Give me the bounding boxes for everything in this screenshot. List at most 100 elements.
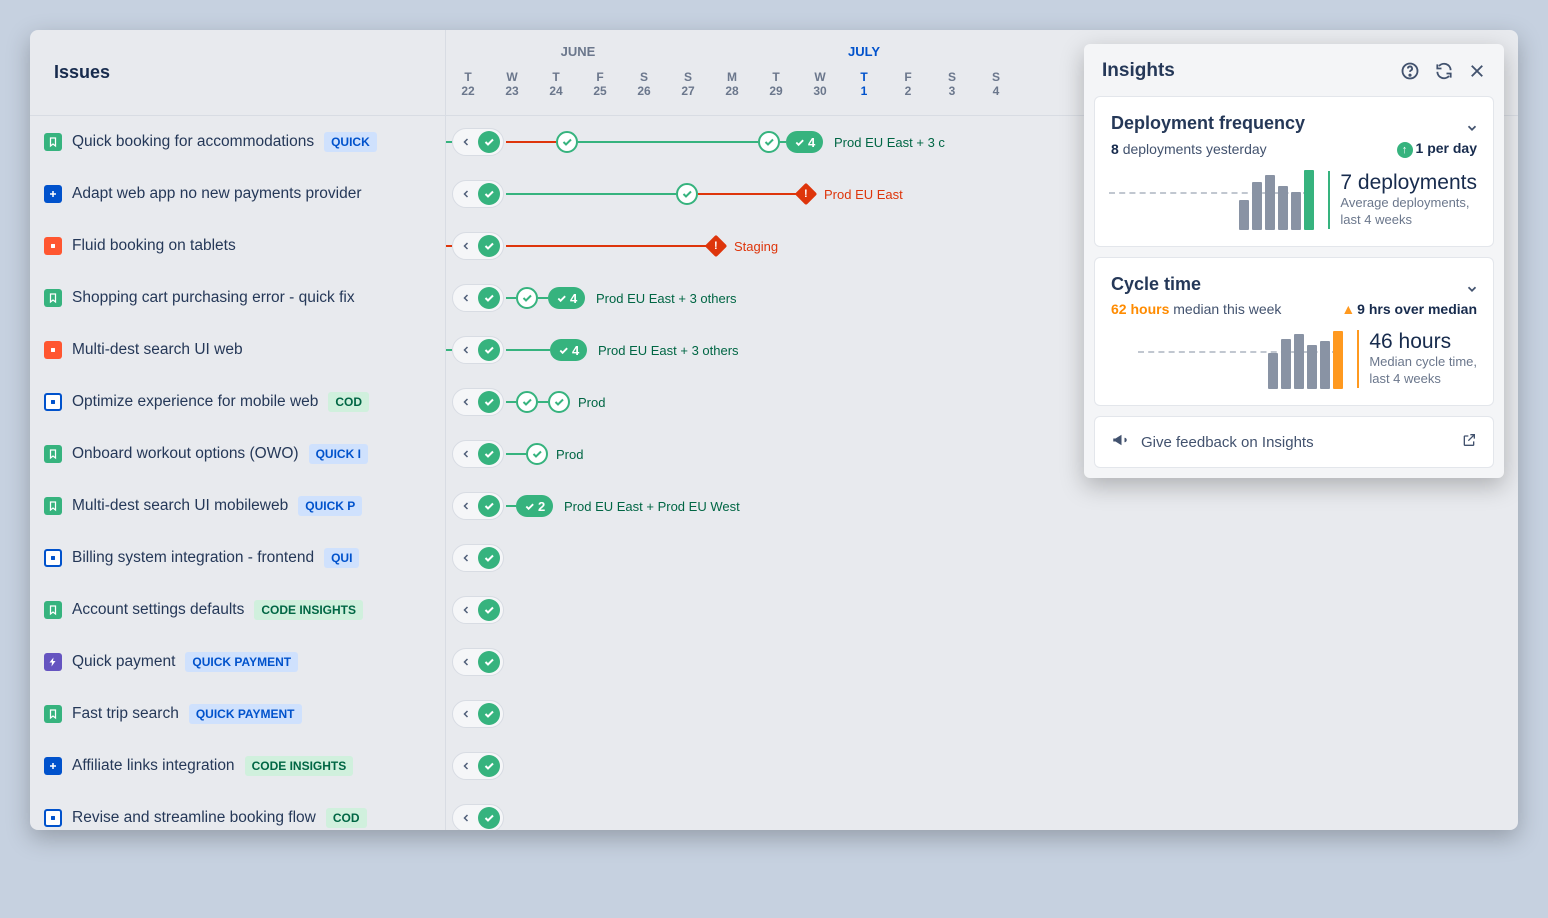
expand-pill[interactable] <box>452 180 504 208</box>
issue-row[interactable]: Revise and streamline booking flow COD <box>30 792 445 830</box>
refresh-icon[interactable] <box>1434 61 1454 81</box>
expand-pill[interactable] <box>452 700 504 728</box>
issue-row[interactable]: Onboard workout options (OWO) QUICK I <box>30 428 445 480</box>
plus-blue-icon <box>44 757 62 775</box>
deployment-frequency-card[interactable]: Deployment frequency 8 deployments yeste… <box>1094 96 1494 247</box>
timeline-row[interactable] <box>446 584 1518 636</box>
timeline-row[interactable] <box>446 688 1518 740</box>
chevron-left-icon[interactable] <box>456 132 476 152</box>
chevron-left-icon[interactable] <box>456 548 476 568</box>
issue-row[interactable]: Fast trip search QUICK PAYMENT <box>30 688 445 740</box>
chevron-left-icon[interactable] <box>456 392 476 412</box>
check-icon <box>478 287 500 309</box>
day-col[interactable]: T1 <box>842 70 886 115</box>
issue-row[interactable]: Multi-dest search UI mobileweb QUICK P <box>30 480 445 532</box>
issues-panel: Issues Quick booking for accommodations … <box>30 30 446 830</box>
timeline-line <box>698 193 798 195</box>
expand-pill[interactable] <box>452 544 504 572</box>
chevron-left-icon[interactable] <box>456 236 476 256</box>
check-outline-icon <box>516 391 538 413</box>
chevron-left-icon[interactable] <box>456 444 476 464</box>
chevron-left-icon[interactable] <box>456 704 476 724</box>
check-icon <box>478 807 500 829</box>
bar <box>1291 192 1301 230</box>
day-col[interactable]: S27 <box>666 70 710 115</box>
chevron-down-icon[interactable] <box>1465 121 1479 138</box>
feedback-text: Give feedback on Insights <box>1141 434 1314 451</box>
issue-row[interactable]: Account settings defaults CODE INSIGHTS <box>30 584 445 636</box>
day-col[interactable]: T22 <box>446 70 490 115</box>
day-col[interactable]: W30 <box>798 70 842 115</box>
external-link-icon[interactable] <box>1461 432 1477 452</box>
expand-pill[interactable] <box>452 336 504 364</box>
day-col[interactable]: W23 <box>490 70 534 115</box>
issue-row[interactable]: Billing system integration - frontend QU… <box>30 532 445 584</box>
cycle-hours: 62 hours <box>1111 301 1169 317</box>
issue-row[interactable]: Multi-dest search UI web <box>30 324 445 376</box>
issue-row[interactable]: Affiliate links integration CODE INSIGHT… <box>30 740 445 792</box>
issue-tag: CODE INSIGHTS <box>254 600 363 620</box>
issue-row[interactable]: Adapt web app no new payments provider <box>30 168 445 220</box>
chevron-left-icon[interactable] <box>456 652 476 672</box>
timeline-row[interactable] <box>446 532 1518 584</box>
day-col[interactable]: F25 <box>578 70 622 115</box>
bar <box>1281 339 1291 389</box>
env-label: Prod EU East + 3 c <box>834 135 945 150</box>
issue-row[interactable]: Optimize experience for mobile web COD <box>30 376 445 428</box>
expand-pill[interactable] <box>452 752 504 780</box>
expand-pill[interactable] <box>452 492 504 520</box>
bolt-purple-icon <box>44 653 62 671</box>
deploy-count-suffix: deployments yesterday <box>1123 141 1267 157</box>
check-outline-icon <box>548 391 570 413</box>
chevron-left-icon[interactable] <box>456 340 476 360</box>
check-icon <box>478 443 500 465</box>
env-label: Prod EU East + 3 others <box>598 343 739 358</box>
issue-row[interactable]: Fluid booking on tablets <box>30 220 445 272</box>
issue-tag: COD <box>328 392 369 412</box>
issue-row[interactable]: Shopping cart purchasing error - quick f… <box>30 272 445 324</box>
issue-row[interactable]: Quick payment QUICK PAYMENT <box>30 636 445 688</box>
chevron-left-icon[interactable] <box>456 600 476 620</box>
day-col[interactable]: M28 <box>710 70 754 115</box>
day-col[interactable]: F2 <box>886 70 930 115</box>
chevron-left-icon[interactable] <box>456 496 476 516</box>
day-col[interactable]: S4 <box>974 70 1018 115</box>
cycle-time-card[interactable]: Cycle time 62 hours median this week ▲9 … <box>1094 257 1494 406</box>
month-label: JULY <box>710 30 1018 70</box>
expand-pill[interactable] <box>452 596 504 624</box>
expand-pill[interactable] <box>452 284 504 312</box>
chevron-left-icon[interactable] <box>456 288 476 308</box>
issue-row[interactable]: Quick booking for accommodations QUICK <box>30 116 445 168</box>
expand-pill[interactable] <box>452 388 504 416</box>
expand-pill[interactable] <box>452 804 504 830</box>
help-icon[interactable] <box>1400 61 1420 81</box>
feedback-card[interactable]: Give feedback on Insights <box>1094 416 1494 468</box>
chevron-down-icon[interactable] <box>1465 282 1479 299</box>
day-col[interactable]: S26 <box>622 70 666 115</box>
env-label: Prod <box>578 395 605 410</box>
timeline-row[interactable]: 2Prod EU East + Prod EU West <box>446 480 1518 532</box>
expand-pill[interactable] <box>452 648 504 676</box>
timeline-row[interactable] <box>446 740 1518 792</box>
timeline-row[interactable] <box>446 636 1518 688</box>
expand-pill[interactable] <box>452 440 504 468</box>
issue-list[interactable]: Quick booking for accommodations QUICK A… <box>30 116 445 830</box>
day-col[interactable]: T24 <box>534 70 578 115</box>
timeline-row[interactable] <box>446 792 1518 830</box>
bar <box>1268 353 1278 389</box>
expand-pill[interactable] <box>452 232 504 260</box>
chevron-left-icon[interactable] <box>456 756 476 776</box>
check-icon <box>478 391 500 413</box>
day-col[interactable]: T29 <box>754 70 798 115</box>
chevron-left-icon[interactable] <box>456 184 476 204</box>
timeline-line <box>506 141 556 143</box>
issue-title: Multi-dest search UI web <box>72 341 243 359</box>
day-col[interactable]: S3 <box>930 70 974 115</box>
chevron-left-icon[interactable] <box>456 808 476 828</box>
env-label: Staging <box>734 239 778 254</box>
cycle-subrow: 62 hours median this week ▲9 hrs over me… <box>1111 301 1477 317</box>
square-blue-icon <box>44 809 62 827</box>
close-icon[interactable] <box>1468 62 1486 80</box>
expand-pill[interactable] <box>452 128 504 156</box>
issue-tag: QUICK PAYMENT <box>189 704 302 724</box>
